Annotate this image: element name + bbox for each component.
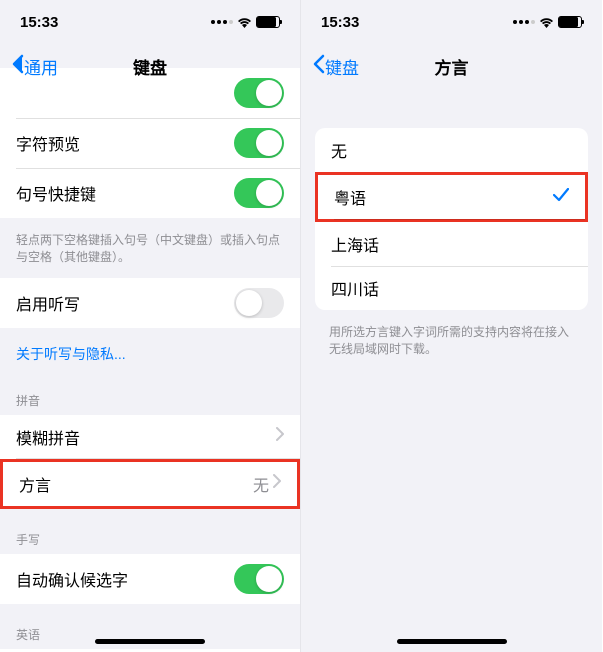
toggle-auto-confirm[interactable] bbox=[234, 564, 284, 594]
row-auto-confirm[interactable]: 自动确认候选字 bbox=[0, 554, 300, 604]
row-fuzzy-pinyin[interactable]: 模糊拼音 bbox=[0, 415, 300, 459]
row-enable-dictation[interactable]: 启用听写 bbox=[0, 278, 300, 328]
signal-icon bbox=[211, 20, 233, 24]
option-shanghainese[interactable]: 上海话 bbox=[315, 222, 588, 266]
row-label: 自动确认候选字 bbox=[16, 567, 234, 591]
battery-icon bbox=[558, 16, 582, 28]
row-period-shortcut[interactable]: 句号快捷键 bbox=[0, 168, 300, 218]
header-handwriting: 手写 bbox=[0, 517, 300, 554]
footer-period: 轻点两下空格键插入句号（中文键盘）或插入句点与空格（其他键盘）。 bbox=[0, 226, 300, 278]
toggle-period-shortcut[interactable] bbox=[234, 178, 284, 208]
wifi-icon bbox=[539, 17, 554, 28]
row-auto-cap[interactable]: 首字母自动大写 bbox=[0, 649, 300, 652]
link-dictation-privacy[interactable]: 关于听写与隐私... bbox=[0, 336, 300, 378]
status-right bbox=[513, 16, 582, 28]
toggle-partial[interactable] bbox=[234, 78, 284, 108]
chevron-right-icon bbox=[273, 474, 281, 493]
row-value: 无 bbox=[253, 472, 269, 496]
check-icon bbox=[553, 188, 569, 207]
group-dictation: 启用听写 bbox=[0, 278, 300, 328]
option-label: 粤语 bbox=[334, 185, 553, 209]
toggle-char-preview[interactable] bbox=[234, 128, 284, 158]
row-label: 方言 bbox=[19, 472, 253, 496]
option-cantonese[interactable]: 粤语 bbox=[315, 172, 588, 222]
screen-dialect-selection: 15:33 键盘 方言 无 粤语 上海话 四川话 bbox=[301, 0, 602, 652]
back-button[interactable]: 键盘 bbox=[313, 54, 359, 79]
toggle-dictation[interactable] bbox=[234, 288, 284, 318]
status-time: 15:33 bbox=[20, 14, 58, 31]
status-bar: 15:33 bbox=[301, 0, 602, 44]
row-label: 句号快捷键 bbox=[16, 181, 234, 205]
row-label: 模糊拼音 bbox=[16, 425, 276, 449]
status-time: 15:33 bbox=[321, 14, 359, 31]
nav-title: 方言 bbox=[435, 54, 469, 79]
chevron-right-icon bbox=[276, 427, 284, 446]
group-english: 首字母自动大写 检查拼写 输入预测 滑行键入时逐词删除 bbox=[0, 649, 300, 652]
home-indicator[interactable] bbox=[95, 639, 205, 644]
group-handwriting: 自动确认候选字 bbox=[0, 554, 300, 604]
row-char-preview[interactable]: 字符预览 bbox=[0, 118, 300, 168]
group-dialect-options: 无 粤语 上海话 四川话 bbox=[315, 128, 588, 310]
status-right bbox=[211, 16, 280, 28]
screen-keyboard-settings: 15:33 通用 键盘 字符预览 句号快捷键 bbox=[0, 0, 301, 652]
header-pinyin: 拼音 bbox=[0, 378, 300, 415]
signal-icon bbox=[513, 20, 535, 24]
group-character: 字符预览 句号快捷键 bbox=[0, 68, 300, 218]
row-label: 字符预览 bbox=[16, 131, 234, 155]
chevron-left-icon bbox=[313, 54, 325, 79]
row-hidden-partial[interactable] bbox=[0, 68, 300, 118]
row-dialect[interactable]: 方言 无 bbox=[0, 459, 300, 509]
option-none[interactable]: 无 bbox=[315, 128, 588, 172]
group-pinyin: 模糊拼音 方言 无 bbox=[0, 415, 300, 509]
footer-dialect: 用所选方言键入字词所需的支持内容将在接入无线局域网时下载。 bbox=[301, 318, 602, 370]
nav-bar: 键盘 方言 bbox=[301, 44, 602, 88]
status-bar: 15:33 bbox=[0, 0, 300, 44]
option-label: 上海话 bbox=[331, 232, 572, 256]
wifi-icon bbox=[237, 17, 252, 28]
option-label: 无 bbox=[331, 138, 572, 162]
battery-icon bbox=[256, 16, 280, 28]
option-sichuanese[interactable]: 四川话 bbox=[315, 266, 588, 310]
row-label: 启用听写 bbox=[16, 291, 234, 315]
home-indicator[interactable] bbox=[397, 639, 507, 644]
option-label: 四川话 bbox=[331, 276, 572, 300]
back-label: 键盘 bbox=[325, 54, 359, 79]
